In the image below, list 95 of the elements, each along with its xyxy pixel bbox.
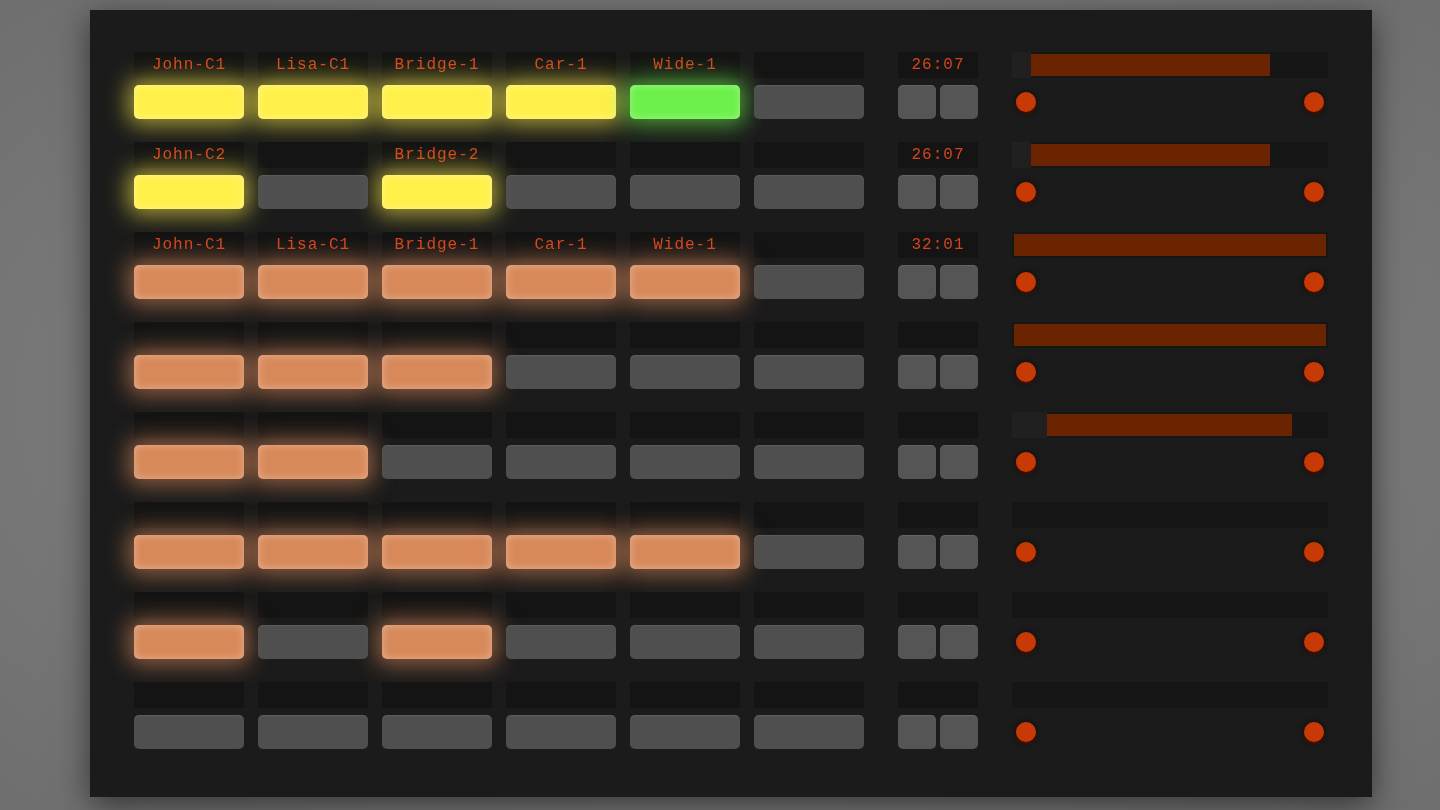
- clip-pad[interactable]: [134, 175, 244, 209]
- round-button[interactable]: [1304, 272, 1324, 292]
- clip-name-display: Bridge-1: [382, 52, 492, 78]
- scene-pad[interactable]: [898, 715, 936, 749]
- clip-pad[interactable]: [382, 625, 492, 659]
- round-button[interactable]: [1016, 92, 1036, 112]
- round-button[interactable]: [1304, 92, 1324, 112]
- clip-pad[interactable]: [134, 535, 244, 569]
- clip-pad[interactable]: [754, 715, 864, 749]
- clip-name-display: John-C1: [134, 52, 244, 78]
- clip-pad[interactable]: [754, 445, 864, 479]
- clip-pad[interactable]: [382, 445, 492, 479]
- clip-pad[interactable]: [630, 625, 740, 659]
- scene-pad[interactable]: [898, 625, 936, 659]
- clip-pad[interactable]: [382, 535, 492, 569]
- round-button[interactable]: [1016, 272, 1036, 292]
- clip-pad[interactable]: [258, 85, 368, 119]
- clip-name-display: John-C2: [134, 142, 244, 168]
- clip-pad[interactable]: [382, 175, 492, 209]
- scene-pad[interactable]: [940, 445, 978, 479]
- clip-pad[interactable]: [382, 355, 492, 389]
- clip-pad[interactable]: [754, 535, 864, 569]
- clip-pad[interactable]: [630, 355, 740, 389]
- clip-pad[interactable]: [382, 265, 492, 299]
- clip-pad[interactable]: [630, 715, 740, 749]
- clip-pad[interactable]: [506, 535, 616, 569]
- clip-name-display: John-C1: [134, 232, 244, 258]
- scene-pad[interactable]: [898, 445, 936, 479]
- clip-name-display: Car-1: [506, 232, 616, 258]
- clip-pad[interactable]: [506, 445, 616, 479]
- clip-pad[interactable]: [506, 715, 616, 749]
- clip-name-display: Car-1: [506, 52, 616, 78]
- round-button[interactable]: [1016, 542, 1036, 562]
- round-button[interactable]: [1016, 362, 1036, 382]
- clip-pad[interactable]: [382, 85, 492, 119]
- round-button[interactable]: [1304, 362, 1324, 382]
- round-button[interactable]: [1016, 452, 1036, 472]
- round-button[interactable]: [1304, 182, 1324, 202]
- round-button[interactable]: [1304, 722, 1324, 742]
- clip-pad[interactable]: [754, 265, 864, 299]
- clip-pad[interactable]: [506, 625, 616, 659]
- clip-pad[interactable]: [134, 445, 244, 479]
- clip-name-display: Bridge-1: [382, 232, 492, 258]
- clip-pad[interactable]: [754, 175, 864, 209]
- clip-pad[interactable]: [134, 85, 244, 119]
- scene-pad[interactable]: [940, 535, 978, 569]
- clip-name-display: Wide-1: [630, 52, 740, 78]
- scene-pad[interactable]: [898, 355, 936, 389]
- clip-pad[interactable]: [134, 625, 244, 659]
- time-display: 26:07: [898, 142, 978, 168]
- clip-pad[interactable]: [506, 355, 616, 389]
- round-button[interactable]: [1304, 452, 1324, 472]
- clip-pad[interactable]: [134, 355, 244, 389]
- clip-pad[interactable]: [506, 85, 616, 119]
- clip-pad[interactable]: [630, 265, 740, 299]
- clip-pad[interactable]: [134, 715, 244, 749]
- clip-pad[interactable]: [754, 355, 864, 389]
- round-button[interactable]: [1016, 182, 1036, 202]
- scene-pad[interactable]: [940, 265, 978, 299]
- scene-pad[interactable]: [940, 355, 978, 389]
- clip-pad[interactable]: [258, 265, 368, 299]
- round-button[interactable]: [1304, 632, 1324, 652]
- clip-pad[interactable]: [382, 715, 492, 749]
- round-button[interactable]: [1304, 542, 1324, 562]
- clip-name-display: Lisa-C1: [258, 52, 368, 78]
- clip-name-display: Wide-1: [630, 232, 740, 258]
- clip-pad[interactable]: [630, 85, 740, 119]
- scene-pad[interactable]: [898, 265, 936, 299]
- clip-pad[interactable]: [258, 355, 368, 389]
- clip-pad[interactable]: [258, 175, 368, 209]
- clip-pad[interactable]: [258, 445, 368, 479]
- clip-pad[interactable]: [134, 265, 244, 299]
- time-display: 32:01: [898, 232, 978, 258]
- scene-pad[interactable]: [940, 85, 978, 119]
- clip-pad[interactable]: [630, 175, 740, 209]
- clip-pad[interactable]: [754, 625, 864, 659]
- clip-pad[interactable]: [258, 625, 368, 659]
- round-button[interactable]: [1016, 632, 1036, 652]
- time-display: 26:07: [898, 52, 978, 78]
- clip-name-display: Lisa-C1: [258, 232, 368, 258]
- clip-pad[interactable]: [630, 535, 740, 569]
- clip-pad[interactable]: [258, 535, 368, 569]
- clip-pad[interactable]: [506, 265, 616, 299]
- scene-pad[interactable]: [898, 535, 936, 569]
- scene-pad[interactable]: [940, 175, 978, 209]
- round-button[interactable]: [1016, 722, 1036, 742]
- clip-pad[interactable]: [506, 175, 616, 209]
- clip-name-display: Bridge-2: [382, 142, 492, 168]
- clip-pad[interactable]: [630, 445, 740, 479]
- scene-pad[interactable]: [898, 175, 936, 209]
- clip-pad[interactable]: [754, 85, 864, 119]
- scene-pad[interactable]: [940, 625, 978, 659]
- scene-pad[interactable]: [940, 715, 978, 749]
- scene-pad[interactable]: [898, 85, 936, 119]
- clip-pad[interactable]: [258, 715, 368, 749]
